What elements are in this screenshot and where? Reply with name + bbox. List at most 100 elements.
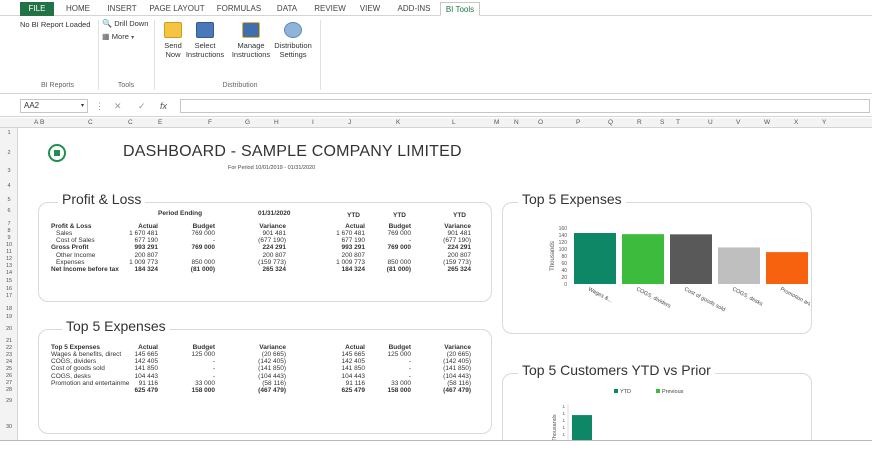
- tab-review[interactable]: REVIEW: [310, 2, 350, 16]
- pl-cell: 265 324: [447, 266, 472, 273]
- expenses-cell: (104 443): [258, 372, 286, 380]
- select-instructions-icon: [196, 22, 214, 38]
- pl-cell: 993 291: [341, 244, 366, 252]
- row-headers: 1 2 3 4 5 6 7 8 9 10 11 12 13 14 15 16 17 18 19 20 21 22 23 24 2…: [0, 128, 18, 440]
- x-tick-label: Wages &...: [587, 286, 614, 304]
- pl-header: Actual: [345, 223, 365, 230]
- column-header: X: [794, 119, 799, 126]
- expenses-cell: -: [408, 358, 411, 366]
- name-box-value: AA2: [24, 101, 40, 110]
- expenses-cell: (58 116): [447, 379, 471, 387]
- drill-down-button[interactable]: 🔍 Drill Down: [102, 19, 148, 30]
- y-axis-label: Thousands: [550, 241, 556, 271]
- row-header: 4: [7, 183, 11, 189]
- y-tick-label: 160: [559, 226, 568, 232]
- expenses-cell: (104 443): [443, 372, 471, 380]
- pl-cell: 184 324: [134, 266, 159, 273]
- row-header: 20: [5, 326, 13, 332]
- y-tick-label: 1: [562, 418, 565, 423]
- period-date: 01/31/2020: [258, 210, 291, 217]
- pl-row-label: Gross Profit: [51, 244, 89, 252]
- period-ending-label: Period Ending: [158, 210, 203, 217]
- pl-cell: (677 190): [443, 237, 471, 245]
- expenses-cell: (20 665): [446, 351, 471, 358]
- expenses-cell: 141 850: [134, 365, 159, 373]
- column-header: B: [40, 119, 45, 126]
- manage-instructions-button[interactable]: Manage Instructions: [228, 20, 274, 80]
- select-instructions-button[interactable]: Select Instructions: [182, 20, 228, 80]
- row-header: 15: [5, 278, 13, 284]
- pl-header: Variance: [259, 223, 286, 230]
- tab-home[interactable]: HOME: [60, 2, 96, 16]
- tab-formulas[interactable]: FORMULAS: [214, 2, 264, 16]
- worksheet[interactable]: DASHBOARD - SAMPLE COMPANY LIMITED For P…: [18, 128, 872, 450]
- expenses-bar-chart: Thousands 020406080100120140160 Wages &...…: [550, 226, 810, 313]
- expenses-cell: (58 116): [262, 379, 286, 387]
- tab-file[interactable]: FILE: [20, 2, 54, 16]
- ytd-header: YTD: [347, 212, 360, 219]
- expenses-cell: 145 665: [134, 351, 159, 358]
- drill-down-icon: 🔍: [102, 19, 112, 28]
- report-status-text: No BI Report Loaded: [20, 20, 91, 29]
- row-header: 9: [7, 235, 11, 241]
- name-box[interactable]: AA2 ▾: [20, 99, 88, 113]
- tab-add-ins[interactable]: ADD-INS: [392, 2, 436, 16]
- function-icon[interactable]: fx: [160, 99, 167, 113]
- y-tick-label: 120: [559, 240, 568, 246]
- x-tick-label: COGS, desks: [731, 286, 764, 307]
- row-header: 30: [5, 424, 13, 430]
- expenses-cell: -: [212, 358, 215, 366]
- expenses-row-label: Cost of goods sold: [51, 365, 105, 373]
- tab-page-layout[interactable]: PAGE LAYOUT: [146, 2, 208, 16]
- y-tick-label: 0: [564, 282, 567, 288]
- expenses-cell: 33 000: [195, 379, 215, 387]
- pl-cell: 769 000: [387, 244, 412, 252]
- expenses-cell: 142 405: [341, 358, 366, 366]
- pl-row-label: Cost of Sales: [56, 237, 95, 245]
- bar: [670, 234, 712, 284]
- y-tick-label: 1: [562, 411, 565, 416]
- distribution-settings-button[interactable]: Distribution Settings: [270, 20, 316, 80]
- column-header: L: [452, 119, 456, 126]
- tab-view[interactable]: VIEW: [354, 2, 386, 16]
- column-header: I: [312, 119, 314, 126]
- expenses-chart-title: Top 5 Expenses: [518, 191, 626, 207]
- group-label-distribution: Distribution: [222, 82, 258, 89]
- expenses-cell: -: [212, 372, 215, 380]
- expenses-cell: 125 000: [387, 351, 412, 358]
- row-header: 27: [5, 380, 13, 386]
- formula-input[interactable]: [180, 99, 870, 113]
- formula-bar: AA2 ▾ ⋮ ✕ ✓ fx: [0, 95, 872, 117]
- home-icon[interactable]: [48, 144, 66, 162]
- y-tick-label: 20: [561, 275, 567, 281]
- pl-cell: 901 481: [447, 230, 472, 237]
- enter-icon[interactable]: ✓: [138, 99, 146, 113]
- pl-cell: (81 000): [190, 266, 215, 273]
- group-separator: [320, 20, 321, 90]
- pl-header: Variance: [444, 223, 471, 230]
- manage-instructions-label-2: Instructions: [231, 50, 271, 59]
- column-header: U: [708, 119, 713, 126]
- pl-cell: 1 009 773: [129, 258, 158, 266]
- pl-row-label: Other Income: [56, 251, 96, 259]
- pl-header: Budget: [388, 223, 411, 230]
- pl-cell: (677 190): [258, 237, 286, 245]
- tab-insert[interactable]: INSERT: [104, 2, 140, 16]
- expenses-total-cell: 625 479: [341, 387, 366, 394]
- cancel-icon[interactable]: ✕: [114, 99, 122, 113]
- expenses-cell: -: [408, 372, 411, 380]
- tab-data[interactable]: DATA: [270, 2, 304, 16]
- column-header: A: [34, 119, 39, 126]
- customers-chart-title: Top 5 Customers YTD vs Prior: [518, 362, 715, 378]
- tab-bi-tools[interactable]: BI Tools: [440, 2, 480, 16]
- profit-loss-title: Profit & Loss: [58, 191, 146, 207]
- y-tick-label: 1: [562, 404, 565, 409]
- column-header: R: [637, 119, 642, 126]
- column-header: H: [274, 119, 279, 126]
- row-header: 23: [5, 352, 13, 358]
- pl-cell: 901 481: [262, 230, 287, 237]
- pl-row-label: Sales: [56, 230, 73, 237]
- more-button[interactable]: ▦ More ▾: [102, 32, 134, 43]
- column-header: W: [764, 119, 771, 126]
- y-tick-label: 40: [561, 268, 567, 274]
